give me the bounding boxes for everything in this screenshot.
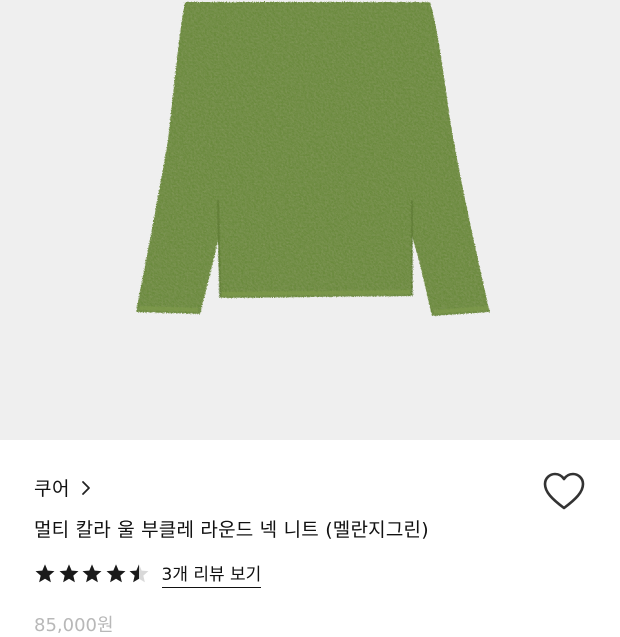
product-title: 멀티 칼라 울 부클레 라운드 넥 니트 (멜란지그린) [34, 519, 429, 541]
sweater-body [136, 2, 490, 316]
star-rating [34, 563, 152, 585]
chevron-right-icon [82, 480, 90, 495]
view-reviews-link[interactable]: 3개 리뷰 보기 [161, 560, 262, 588]
sweater-image [136, 2, 490, 316]
brand-name: 쿠어 [34, 478, 70, 500]
star-full-icon [106, 564, 125, 583]
star-half-icon [129, 564, 149, 583]
product-image[interactable] [0, 0, 620, 440]
star-full-icon [35, 564, 55, 583]
star-full-icon [59, 564, 78, 583]
star-full-icon [82, 564, 102, 583]
brand-link[interactable]: 쿠어 [34, 474, 93, 501]
rating-row: 3개 리뷰 보기 [34, 560, 262, 588]
heart-outline-icon[interactable] [542, 471, 586, 513]
product-price: 85,000원 [34, 615, 114, 636]
